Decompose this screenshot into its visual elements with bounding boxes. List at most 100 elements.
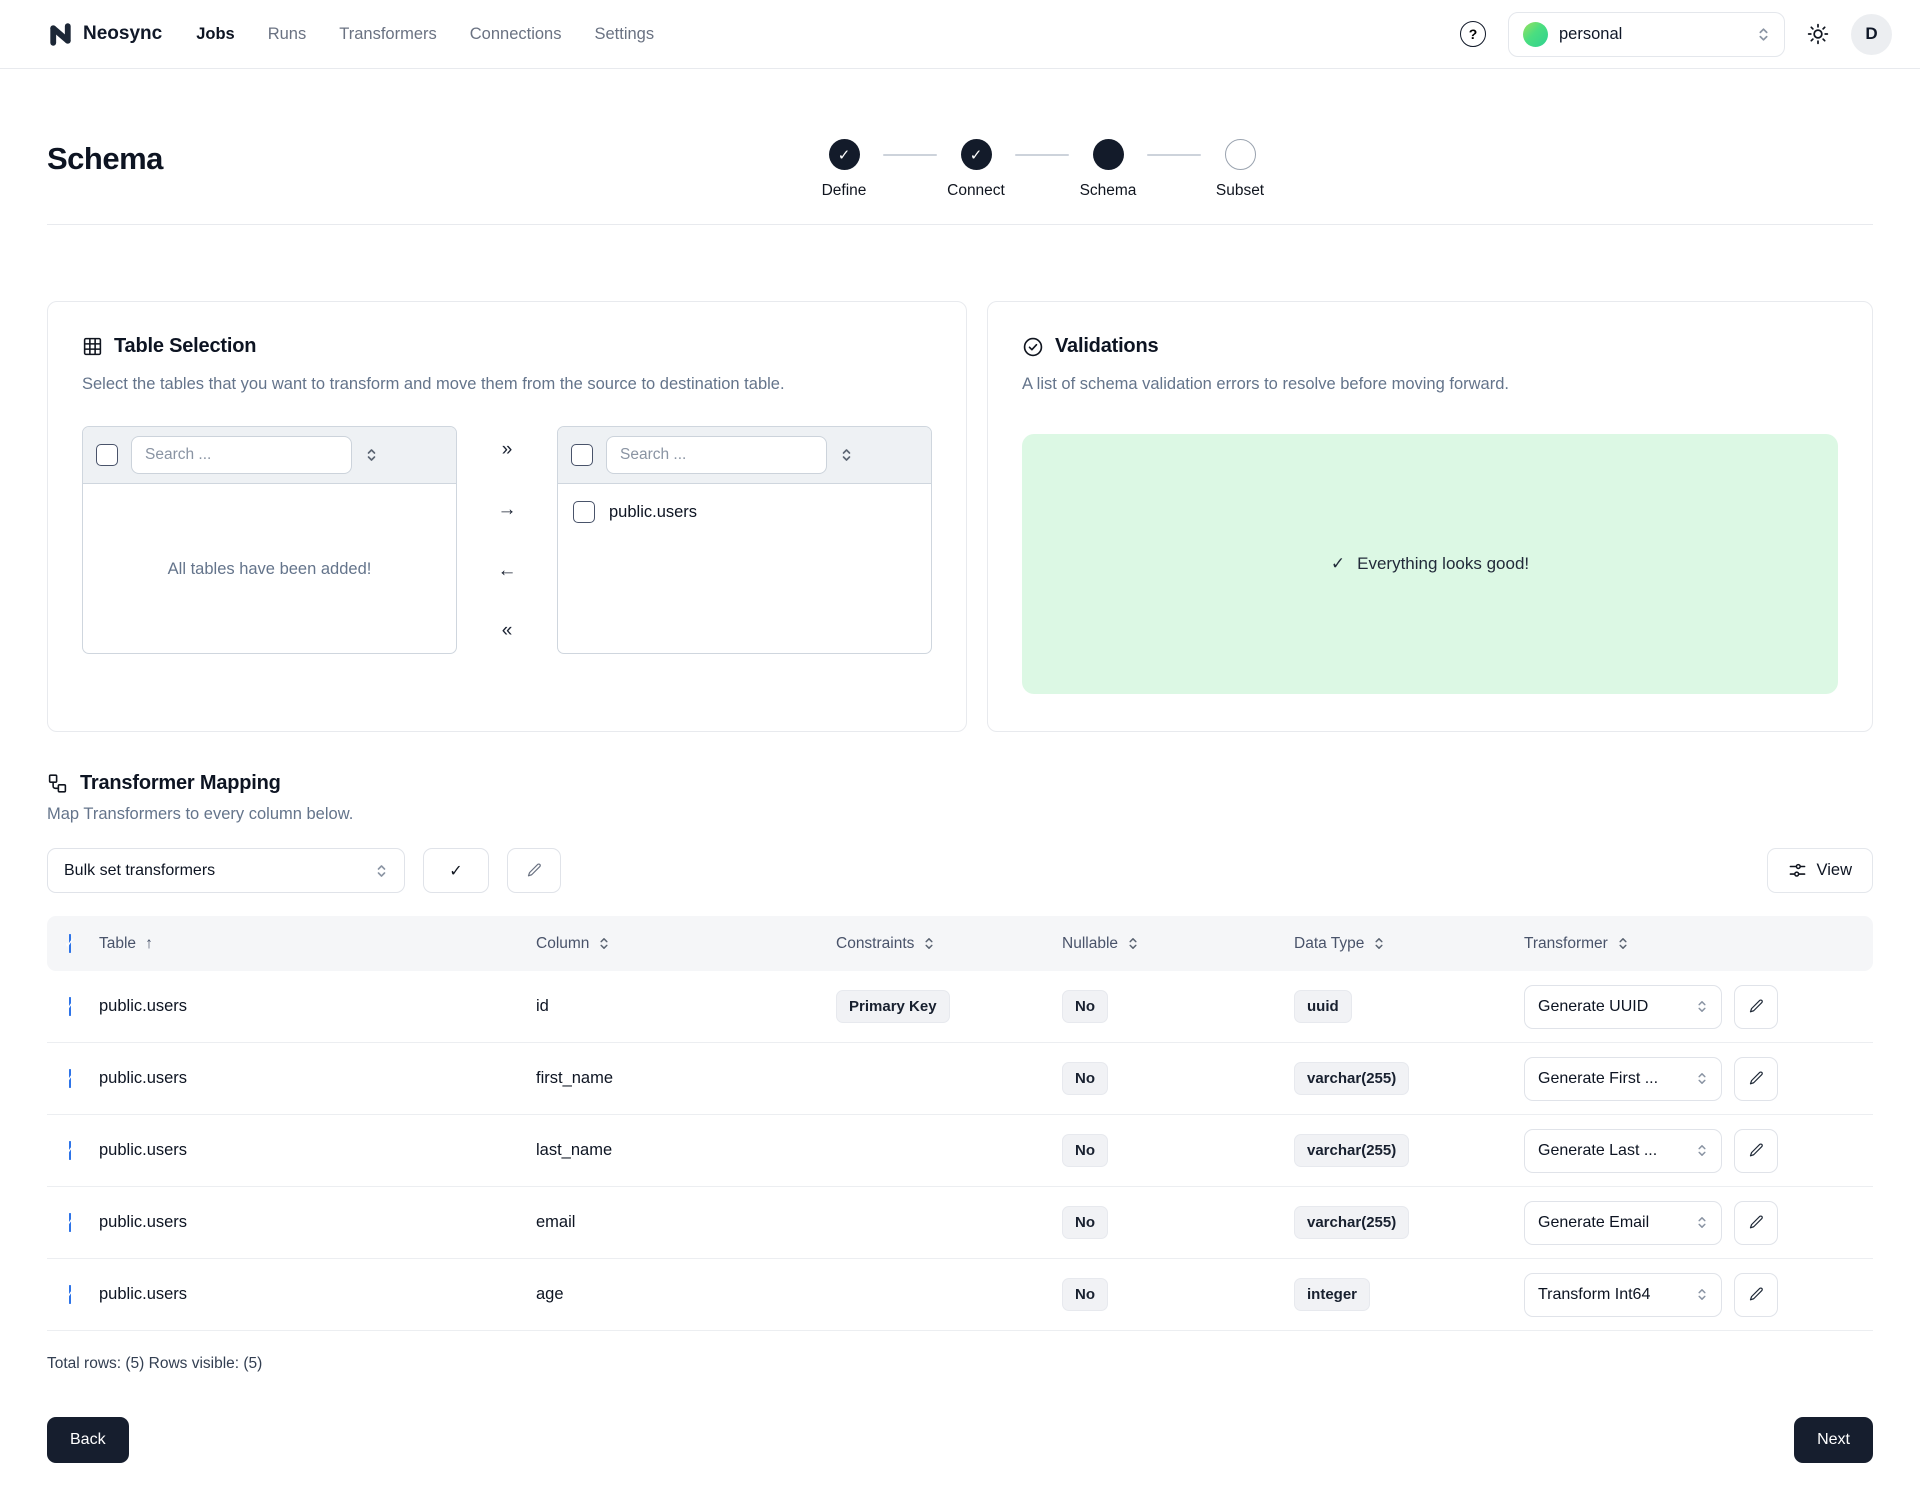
nav-item-settings[interactable]: Settings [594, 25, 654, 44]
transformer-select[interactable]: Generate UUID [1524, 985, 1722, 1029]
transformer-select-label: Generate Last ... [1538, 1142, 1657, 1160]
column-header-transformer[interactable]: Transformer [1524, 935, 1873, 953]
destination-search-input[interactable] [606, 436, 827, 474]
bulk-select-label: Bulk set transformers [64, 862, 215, 880]
step-connector [883, 154, 937, 156]
transformer-mapping-section: Transformer Mapping Map Transformers to … [47, 772, 1873, 1373]
pencil-icon [526, 862, 543, 879]
transformer-select-label: Generate First ... [1538, 1070, 1658, 1088]
transformer-select[interactable]: Generate Email [1524, 1201, 1722, 1245]
view-options-button[interactable]: View [1767, 848, 1873, 893]
transformer-select[interactable]: Generate First ... [1524, 1057, 1722, 1101]
select-all-rows-checkbox[interactable] [69, 934, 71, 953]
table-header-row: Table ↑ Column Constraints Nullable Data… [47, 916, 1873, 971]
sort-icon [1373, 936, 1385, 951]
bulk-set-transformers-select[interactable]: Bulk set transformers [47, 848, 405, 893]
check-icon: ✓ [1331, 554, 1345, 574]
apply-bulk-button[interactable]: ✓ [423, 848, 489, 893]
edit-transformer-button[interactable] [1734, 1129, 1778, 1173]
sort-icon [1617, 936, 1629, 951]
data-type-badge: varchar(255) [1294, 1206, 1409, 1239]
table-grid-icon [82, 336, 103, 357]
transfer-controls: » → ← « [457, 426, 557, 654]
chevron-updown-icon [375, 863, 388, 879]
nav-item-connections[interactable]: Connections [470, 25, 562, 44]
data-type-badge: uuid [1294, 990, 1352, 1023]
brand-name: Neosync [83, 23, 162, 45]
constraint-badge: Primary Key [836, 990, 950, 1023]
row-checkbox[interactable] [69, 1069, 71, 1088]
destination-table-item[interactable]: public.users [558, 484, 931, 540]
row-checkbox[interactable] [69, 1213, 71, 1232]
step-connector [1015, 154, 1069, 156]
pencil-icon [1748, 1070, 1765, 1087]
source-select-all-checkbox[interactable] [96, 444, 118, 466]
step-define[interactable]: ✓ Define [805, 139, 883, 200]
row-checkbox[interactable] [69, 997, 71, 1016]
nullable-badge: No [1062, 1062, 1108, 1095]
user-avatar[interactable]: D [1851, 14, 1892, 55]
cell-table: public.users [99, 997, 536, 1016]
column-header-data-type[interactable]: Data Type [1294, 935, 1524, 953]
theme-toggle-button[interactable] [1807, 23, 1829, 45]
transformer-mapping-title: Transformer Mapping [80, 772, 281, 795]
neosync-logo[interactable]: Neosync [47, 21, 162, 48]
table-row: public.users email No varchar(255) Gener… [47, 1187, 1873, 1259]
sort-icon[interactable] [840, 447, 853, 463]
row-checkbox[interactable] [69, 1141, 71, 1160]
pencil-icon [1748, 1142, 1765, 1159]
transformer-select[interactable]: Generate Last ... [1524, 1129, 1722, 1173]
column-header-constraints-label: Constraints [836, 935, 914, 953]
schema-table: Table ↑ Column Constraints Nullable Data… [47, 916, 1873, 1331]
step-connect-label: Connect [947, 182, 1005, 200]
step-schema[interactable]: Schema [1069, 139, 1147, 200]
nullable-badge: No [1062, 990, 1108, 1023]
column-header-nullable[interactable]: Nullable [1062, 935, 1294, 953]
mapping-icon [47, 773, 68, 794]
edit-transformer-button[interactable] [1734, 1273, 1778, 1317]
edit-transformer-button[interactable] [1734, 1201, 1778, 1245]
nav-item-transformers[interactable]: Transformers [339, 25, 437, 44]
account-switcher[interactable]: personal [1508, 12, 1785, 57]
help-icon[interactable]: ? [1460, 21, 1486, 47]
edit-transformer-button[interactable] [1734, 1057, 1778, 1101]
bulk-edit-button[interactable] [507, 848, 561, 893]
step-define-label: Define [822, 182, 867, 200]
sliders-icon [1788, 861, 1807, 880]
sun-icon [1807, 23, 1829, 45]
column-header-table[interactable]: Table ↑ [99, 935, 536, 953]
cell-table: public.users [99, 1213, 536, 1232]
nullable-badge: No [1062, 1134, 1108, 1167]
sort-icon [598, 936, 610, 951]
column-header-column[interactable]: Column [536, 935, 836, 953]
cell-column: first_name [536, 1069, 836, 1088]
nav-item-jobs[interactable]: Jobs [196, 25, 235, 44]
nav-item-runs[interactable]: Runs [268, 25, 307, 44]
next-button[interactable]: Next [1794, 1417, 1873, 1463]
dual-listbox: All tables have been added! » → ← « [82, 426, 932, 654]
chevron-updown-icon [1757, 26, 1770, 43]
source-search-input[interactable] [131, 436, 352, 474]
destination-select-all-checkbox[interactable] [571, 444, 593, 466]
destination-item-checkbox[interactable] [573, 501, 595, 523]
back-button[interactable]: Back [47, 1417, 129, 1463]
row-checkbox[interactable] [69, 1285, 71, 1304]
transformer-select[interactable]: Transform Int64 [1524, 1273, 1722, 1317]
step-connect[interactable]: ✓ Connect [937, 139, 1015, 200]
view-button-label: View [1817, 861, 1852, 880]
sort-icon[interactable] [365, 447, 378, 463]
validation-status-text: Everything looks good! [1357, 554, 1529, 574]
edit-transformer-button[interactable] [1734, 985, 1778, 1029]
move-right-button[interactable]: → [492, 494, 523, 525]
move-left-button[interactable]: ← [492, 555, 523, 586]
step-subset[interactable]: Subset [1201, 139, 1279, 200]
move-all-left-button[interactable]: « [496, 615, 519, 646]
main-nav: Jobs Runs Transformers Connections Setti… [196, 25, 654, 44]
step-define-circle: ✓ [829, 139, 860, 170]
move-all-right-button[interactable]: » [496, 434, 519, 465]
column-header-constraints[interactable]: Constraints [836, 935, 1062, 953]
circle-check-icon [1022, 336, 1044, 358]
column-header-data-type-label: Data Type [1294, 935, 1364, 953]
data-type-badge: varchar(255) [1294, 1062, 1409, 1095]
table-row: public.users last_name No varchar(255) G… [47, 1115, 1873, 1187]
